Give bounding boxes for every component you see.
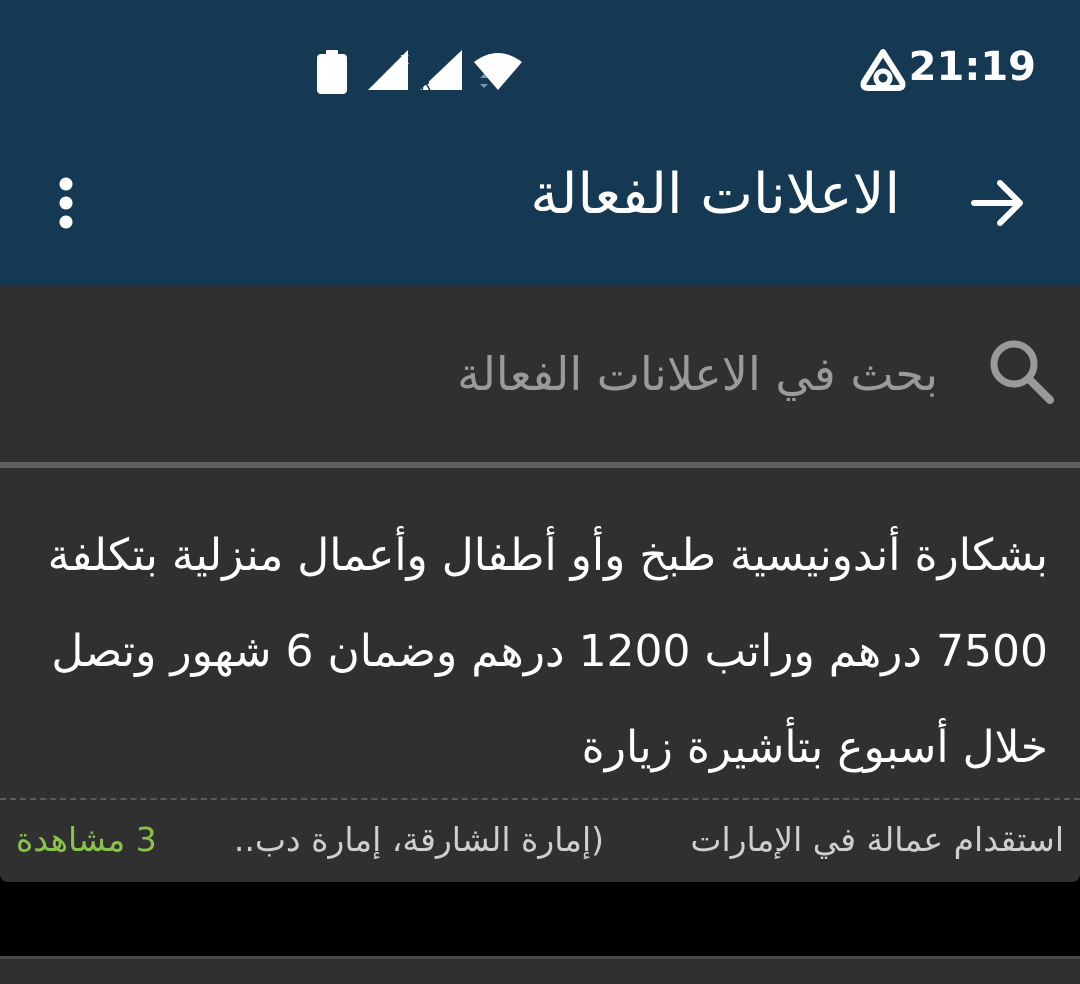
ad-description: بشكارة أندونيسية طبخ وأو أطفال وأعمال من… <box>47 530 1048 773</box>
search-icon[interactable] <box>986 336 1058 408</box>
arrow-right-icon[interactable] <box>970 178 1026 228</box>
battery-icon <box>317 50 347 94</box>
wifi-icon <box>474 53 522 90</box>
card-divider <box>0 798 1080 800</box>
svg-text:R: R <box>420 75 431 92</box>
no-signal-sim-icon: x <box>368 49 409 90</box>
svg-text:x: x <box>400 49 409 68</box>
ad-category: استقدام عمالة في الإمارات <box>690 820 1064 859</box>
search-input[interactable] <box>140 334 940 414</box>
list-item[interactable] <box>0 956 1080 984</box>
ad-location: (إمارة الشارقة، إمارة دب.. <box>233 820 604 859</box>
search-bar <box>0 286 1080 462</box>
ad-views: 3 مشاهدة <box>16 820 157 859</box>
roaming-signal-icon: R <box>420 50 462 92</box>
status-time: 21:19 <box>908 44 1036 90</box>
ad-meta: استقدام عمالة في الإمارات (إمارة الشارقة… <box>0 808 1080 872</box>
status-bar: x R 21:19 <box>0 0 1080 140</box>
app-bar: الاعلانات الفعالة <box>0 140 1080 286</box>
sync-app-icon <box>860 49 906 91</box>
list-item[interactable]: بشكارة أندونيسية طبخ وأو أطفال وأعمال من… <box>0 468 1080 882</box>
page-title: الاعلانات الفعالة <box>530 162 900 227</box>
more-vertical-icon[interactable] <box>46 176 86 230</box>
